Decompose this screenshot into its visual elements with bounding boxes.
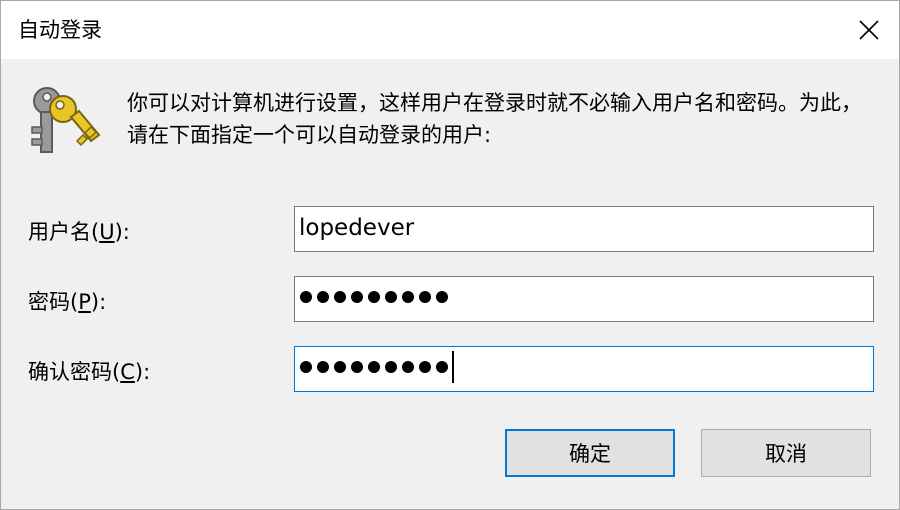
description-text: 你可以对计算机进行设置，这样用户在登录时就不必输入用户名和密码。为此，请在下面指… (127, 91, 862, 147)
confirm-password-mask (300, 351, 454, 383)
mask-dot (368, 361, 380, 373)
confirm-access-key: C (120, 360, 135, 384)
close-icon (859, 20, 879, 40)
mask-dot (317, 291, 329, 303)
mask-dot (385, 291, 397, 303)
cancel-button[interactable]: 取消 (701, 429, 871, 477)
mask-dot (300, 291, 312, 303)
mask-dot (317, 361, 329, 373)
confirm-password-input[interactable] (294, 346, 874, 392)
auto-login-dialog: 自动登录 你可以对计算机进行设置，这样用户在登录时就不必输入用户名和密码。为此，… (0, 0, 900, 510)
close-button[interactable] (839, 1, 899, 59)
mask-dot (436, 361, 448, 373)
mask-dot (368, 291, 380, 303)
mask-dot (334, 291, 346, 303)
keys-icon (31, 87, 101, 153)
username-access-key: U (99, 220, 115, 244)
username-input[interactable]: lopedever (294, 206, 874, 252)
mask-dot (351, 361, 363, 373)
mask-dot (300, 361, 312, 373)
ok-button[interactable]: 确定 (505, 429, 675, 477)
password-label: 密码(P): (28, 290, 107, 314)
mask-dot (436, 291, 448, 303)
username-label: 用户名(U): (28, 220, 130, 244)
password-input[interactable] (294, 276, 874, 322)
mask-dot (402, 291, 414, 303)
confirm-password-label: 确认密码(C): (28, 360, 151, 384)
mask-dot (351, 291, 363, 303)
mask-dot (385, 361, 397, 373)
mask-dot (419, 361, 431, 373)
window-title: 自动登录 (18, 18, 102, 42)
mask-dot (419, 291, 431, 303)
password-mask (300, 286, 448, 308)
mask-dot (334, 361, 346, 373)
title-bar: 自动登录 (1, 1, 899, 59)
password-access-key: P (78, 290, 91, 314)
text-caret (452, 351, 454, 383)
username-value: lopedever (299, 215, 415, 241)
mask-dot (402, 361, 414, 373)
